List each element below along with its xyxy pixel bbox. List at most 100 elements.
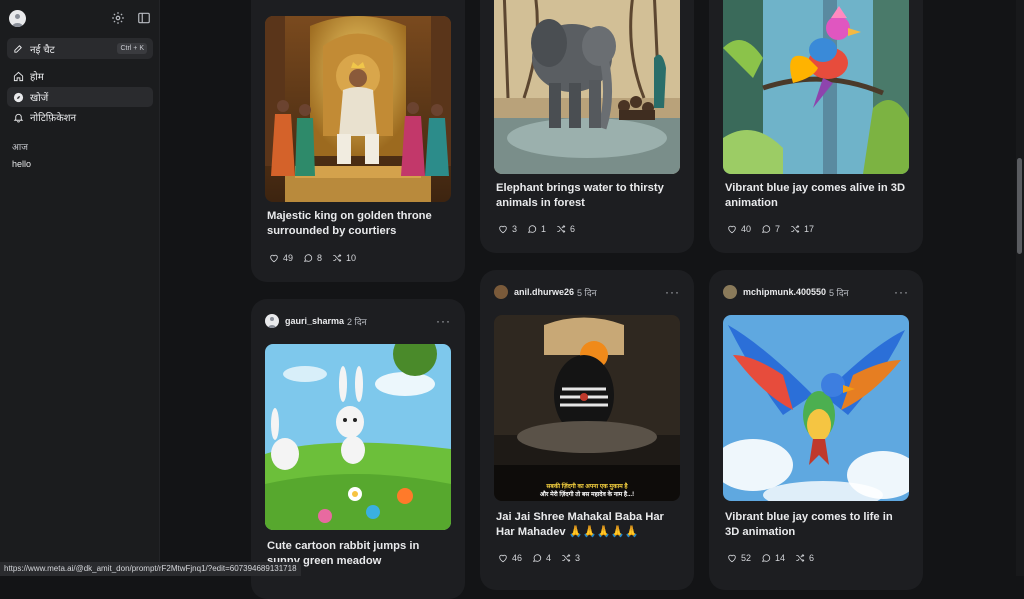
nav-item-home[interactable]: होम xyxy=(7,66,153,86)
like-button[interactable]: 49 xyxy=(269,253,293,263)
comment-count: 4 xyxy=(546,553,551,563)
heart-icon xyxy=(727,553,737,563)
comment-button[interactable]: 14 xyxy=(761,553,785,563)
post-username[interactable]: mchipmunk.400550 xyxy=(743,287,826,297)
user-avatar[interactable] xyxy=(494,285,508,299)
like-button[interactable]: 52 xyxy=(727,553,751,563)
post-header: gauri_sharma 2 दिन ··· xyxy=(265,313,451,329)
post-card[interactable]: gauri_sharma 2 दिन ··· Cute cartoon rabb… xyxy=(251,299,465,599)
nav-item-notifications[interactable]: नोटिफ़िकेशन xyxy=(7,107,153,127)
sidebar-header xyxy=(0,0,160,36)
heart-icon xyxy=(498,553,508,563)
heart-icon xyxy=(727,224,737,234)
post-title[interactable]: Jai Jai Shree Mahakal Baba Har Har Mahad… xyxy=(496,510,680,540)
more-options-icon[interactable]: ··· xyxy=(436,314,451,328)
comment-button[interactable]: 8 xyxy=(303,253,322,263)
post-time: 2 दिन xyxy=(347,315,367,328)
remix-button[interactable]: 6 xyxy=(556,224,575,234)
remix-count: 6 xyxy=(809,553,814,563)
scrollbar[interactable] xyxy=(1016,0,1024,576)
remix-button[interactable]: 6 xyxy=(795,553,814,563)
post-image-elephant[interactable] xyxy=(494,0,680,174)
comment-icon xyxy=(303,253,313,263)
new-chat-button[interactable]: नई चैट Ctrl + K xyxy=(7,38,153,59)
like-button[interactable]: 46 xyxy=(498,553,522,563)
remix-count: 3 xyxy=(575,553,580,563)
like-count: 3 xyxy=(512,224,517,234)
more-options-icon[interactable]: ··· xyxy=(894,285,909,299)
shuffle-icon xyxy=(795,553,805,563)
post-image-blue-jay-forest[interactable] xyxy=(723,0,909,174)
bell-icon xyxy=(13,112,24,123)
post-stats: 3 1 6 xyxy=(498,224,585,234)
like-count: 49 xyxy=(283,253,293,263)
post-header: anil.dhurwe26 5 दिन ··· xyxy=(494,284,680,300)
post-card[interactable]: mchipmunk.400550 5 दिन ··· Vibrant blue … xyxy=(709,270,923,590)
comment-button[interactable]: 1 xyxy=(527,224,546,234)
like-button[interactable]: 3 xyxy=(498,224,517,234)
home-icon xyxy=(13,71,24,82)
post-card[interactable]: Majestic king on golden throne surrounde… xyxy=(251,0,465,282)
shuffle-icon xyxy=(556,224,566,234)
history-item[interactable]: hello xyxy=(12,159,31,169)
post-title[interactable]: Vibrant blue jay comes alive in 3D anima… xyxy=(725,181,909,211)
nav-item-label: होम xyxy=(30,69,44,83)
post-stats: 46 4 3 xyxy=(498,553,590,563)
like-count: 40 xyxy=(741,224,751,234)
post-image-king-throne[interactable] xyxy=(265,16,451,202)
post-title[interactable]: Vibrant blue jay comes to life in 3D ani… xyxy=(725,510,909,540)
nav-item-explore[interactable]: खोजें xyxy=(7,87,153,107)
sidebar: नई चैट Ctrl + K होम खोजें नोटिफ़िकेशन आज… xyxy=(0,0,160,576)
post-stats: 49 8 10 xyxy=(269,253,366,263)
history-section-today: आज xyxy=(12,140,28,153)
comment-button[interactable]: 7 xyxy=(761,224,780,234)
user-avatar[interactable] xyxy=(9,10,26,27)
new-chat-label: नई चैट xyxy=(30,42,55,56)
post-username[interactable]: gauri_sharma xyxy=(285,316,344,326)
link-preview-url: https://www.meta.ai/@dk_amit_don/prompt/… xyxy=(0,562,301,576)
edit-icon xyxy=(13,43,24,54)
caption-line-1: सबकी ज़िंदगी का अपना एक मुकाम है xyxy=(494,483,680,491)
post-title[interactable]: Elephant brings water to thirsty animals… xyxy=(496,181,680,211)
post-username[interactable]: anil.dhurwe26 xyxy=(514,287,574,297)
comment-icon xyxy=(761,553,771,563)
user-avatar[interactable] xyxy=(723,285,737,299)
comment-count: 7 xyxy=(775,224,780,234)
sidebar-toggle-icon[interactable] xyxy=(137,11,151,25)
post-card[interactable]: Vibrant blue jay comes alive in 3D anima… xyxy=(709,0,923,253)
compass-icon xyxy=(13,92,24,103)
post-image-shiva-lingam[interactable]: सबकी ज़िंदगी का अपना एक मुकाम है और मेरी… xyxy=(494,315,680,501)
heart-icon xyxy=(498,224,508,234)
post-image-blue-jay-flying[interactable] xyxy=(723,315,909,501)
comment-button[interactable]: 4 xyxy=(532,553,551,563)
nav-item-label: खोजें xyxy=(30,90,48,104)
remix-button[interactable]: 10 xyxy=(332,253,356,263)
remix-count: 10 xyxy=(346,253,356,263)
comment-icon xyxy=(527,224,537,234)
like-count: 52 xyxy=(741,553,751,563)
post-card[interactable]: anil.dhurwe26 5 दिन ··· सबकी ज़िंदगी का … xyxy=(480,270,694,590)
shuffle-icon xyxy=(790,224,800,234)
more-options-icon[interactable]: ··· xyxy=(665,285,680,299)
comment-count: 14 xyxy=(775,553,785,563)
remix-button[interactable]: 17 xyxy=(790,224,814,234)
remix-count: 17 xyxy=(804,224,814,234)
post-time: 5 दिन xyxy=(577,286,597,299)
post-title[interactable]: Majestic king on golden throne surrounde… xyxy=(267,209,451,239)
caption-line-2: और मेरी ज़िंदगी तो बस महादेव के नाम है..… xyxy=(494,491,680,499)
post-stats: 52 14 6 xyxy=(727,553,824,563)
post-image-cartoon-rabbit[interactable] xyxy=(265,344,451,530)
like-count: 46 xyxy=(512,553,522,563)
heart-icon xyxy=(269,253,279,263)
comment-count: 1 xyxy=(541,224,546,234)
user-avatar[interactable] xyxy=(265,314,279,328)
scrollbar-thumb[interactable] xyxy=(1017,158,1022,254)
like-button[interactable]: 40 xyxy=(727,224,751,234)
post-time: 5 दिन xyxy=(829,286,849,299)
settings-gear-icon[interactable] xyxy=(111,11,125,25)
comment-count: 8 xyxy=(317,253,322,263)
post-card[interactable]: Elephant brings water to thirsty animals… xyxy=(480,0,694,253)
comment-icon xyxy=(761,224,771,234)
remix-button[interactable]: 3 xyxy=(561,553,580,563)
shuffle-icon xyxy=(561,553,571,563)
